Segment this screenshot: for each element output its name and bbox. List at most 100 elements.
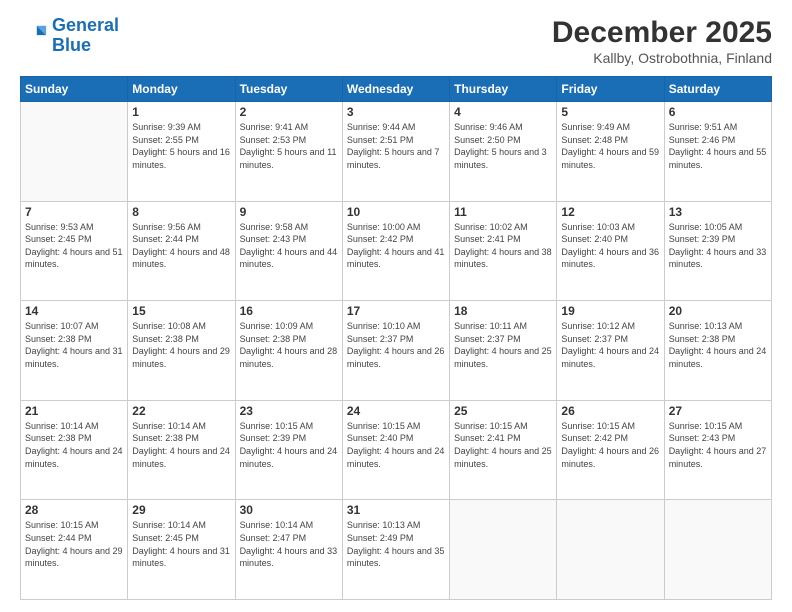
calendar-day-cell bbox=[21, 102, 128, 202]
day-number: 17 bbox=[347, 304, 445, 318]
calendar-day-cell: 20Sunrise: 10:13 AMSunset: 2:38 PMDaylig… bbox=[664, 301, 771, 401]
day-info: Sunrise: 10:03 AMSunset: 2:40 PMDaylight… bbox=[561, 221, 659, 271]
weekday-header: Wednesday bbox=[342, 77, 449, 102]
day-info: Sunrise: 9:53 AMSunset: 2:45 PMDaylight:… bbox=[25, 221, 123, 271]
day-number: 16 bbox=[240, 304, 338, 318]
day-info: Sunrise: 9:58 AMSunset: 2:43 PMDaylight:… bbox=[240, 221, 338, 271]
weekday-header: Friday bbox=[557, 77, 664, 102]
calendar-day-cell: 9 Sunrise: 9:58 AMSunset: 2:43 PMDaylight… bbox=[235, 201, 342, 301]
day-info: Sunrise: 9:56 AMSunset: 2:44 PMDaylight:… bbox=[132, 221, 230, 271]
day-info: Sunrise: 10:10 AMSunset: 2:37 PMDaylight… bbox=[347, 320, 445, 370]
calendar-day-cell: 31 Sunrise: 10:13 AMSunset: 2:49 PMDaylig… bbox=[342, 500, 449, 600]
day-number: 22 bbox=[132, 404, 230, 418]
calendar-day-cell: 25 Sunrise: 10:15 AMSunset: 2:41 PMDaylig… bbox=[450, 400, 557, 500]
day-number: 19 bbox=[561, 304, 659, 318]
calendar-week-row: 7Sunrise: 9:53 AMSunset: 2:45 PMDaylight… bbox=[21, 201, 772, 301]
calendar-body: 1 Sunrise: 9:39 AMSunset: 2:55 PMDaylight… bbox=[21, 102, 772, 600]
calendar-day-cell: 10Sunrise: 10:00 AMSunset: 2:42 PMDaylig… bbox=[342, 201, 449, 301]
day-number: 26 bbox=[561, 404, 659, 418]
day-info: Sunrise: 10:15 AMSunset: 2:43 PMDaylight… bbox=[669, 420, 767, 470]
day-info: Sunrise: 10:15 AMSunset: 2:44 PMDaylight… bbox=[25, 519, 123, 569]
calendar-day-cell: 29 Sunrise: 10:14 AMSunset: 2:45 PMDaylig… bbox=[128, 500, 235, 600]
calendar-week-row: 14 Sunrise: 10:07 AMSunset: 2:38 PMDaylig… bbox=[21, 301, 772, 401]
day-info: Sunrise: 10:14 AMSunset: 2:47 PMDaylight… bbox=[240, 519, 338, 569]
calendar-header: SundayMondayTuesdayWednesdayThursdayFrid… bbox=[21, 77, 772, 102]
calendar-day-cell: 12 Sunrise: 10:03 AMSunset: 2:40 PMDaylig… bbox=[557, 201, 664, 301]
day-number: 1 bbox=[132, 105, 230, 119]
day-info: Sunrise: 10:00 AMSunset: 2:42 PMDaylight… bbox=[347, 221, 445, 271]
day-number: 31 bbox=[347, 503, 445, 517]
day-info: Sunrise: 10:15 AMSunset: 2:42 PMDaylight… bbox=[561, 420, 659, 470]
day-info: Sunrise: 10:08 AMSunset: 2:38 PMDaylight… bbox=[132, 320, 230, 370]
day-number: 12 bbox=[561, 205, 659, 219]
weekday-header: Saturday bbox=[664, 77, 771, 102]
day-info: Sunrise: 10:13 AMSunset: 2:49 PMDaylight… bbox=[347, 519, 445, 569]
day-number: 21 bbox=[25, 404, 123, 418]
calendar-day-cell: 16 Sunrise: 10:09 AMSunset: 2:38 PMDaylig… bbox=[235, 301, 342, 401]
calendar-day-cell: 28 Sunrise: 10:15 AMSunset: 2:44 PMDaylig… bbox=[21, 500, 128, 600]
day-number: 8 bbox=[132, 205, 230, 219]
calendar-day-cell: 13 Sunrise: 10:05 AMSunset: 2:39 PMDaylig… bbox=[664, 201, 771, 301]
page: General Blue December 2025 Kallby, Ostro… bbox=[0, 0, 792, 612]
calendar-day-cell: 7Sunrise: 9:53 AMSunset: 2:45 PMDaylight… bbox=[21, 201, 128, 301]
day-info: Sunrise: 10:13 AMSunset: 2:38 PMDaylight… bbox=[669, 320, 767, 370]
day-number: 4 bbox=[454, 105, 552, 119]
logo-text: General Blue bbox=[52, 16, 119, 56]
day-number: 18 bbox=[454, 304, 552, 318]
calendar-week-row: 28 Sunrise: 10:15 AMSunset: 2:44 PMDaylig… bbox=[21, 500, 772, 600]
header: General Blue December 2025 Kallby, Ostro… bbox=[20, 16, 772, 66]
day-number: 2 bbox=[240, 105, 338, 119]
day-info: Sunrise: 10:14 AMSunset: 2:45 PMDaylight… bbox=[132, 519, 230, 569]
calendar-day-cell: 22 Sunrise: 10:14 AMSunset: 2:38 PMDaylig… bbox=[128, 400, 235, 500]
day-info: Sunrise: 10:14 AMSunset: 2:38 PMDaylight… bbox=[132, 420, 230, 470]
day-info: Sunrise: 10:05 AMSunset: 2:39 PMDaylight… bbox=[669, 221, 767, 271]
calendar-day-cell: 21Sunrise: 10:14 AMSunset: 2:38 PMDaylig… bbox=[21, 400, 128, 500]
calendar-day-cell: 18 Sunrise: 10:11 AMSunset: 2:37 PMDaylig… bbox=[450, 301, 557, 401]
calendar-day-cell: 4 Sunrise: 9:46 AMSunset: 2:50 PMDaylight… bbox=[450, 102, 557, 202]
calendar-table: SundayMondayTuesdayWednesdayThursdayFrid… bbox=[20, 76, 772, 600]
logo-icon bbox=[20, 22, 48, 50]
calendar-day-cell bbox=[557, 500, 664, 600]
main-title: December 2025 bbox=[552, 16, 772, 50]
day-info: Sunrise: 9:41 AMSunset: 2:53 PMDaylight:… bbox=[240, 121, 338, 171]
day-info: Sunrise: 10:11 AMSunset: 2:37 PMDaylight… bbox=[454, 320, 552, 370]
day-info: Sunrise: 10:02 AMSunset: 2:41 PMDaylight… bbox=[454, 221, 552, 271]
weekday-header: Sunday bbox=[21, 77, 128, 102]
calendar-day-cell: 24Sunrise: 10:15 AMSunset: 2:40 PMDaylig… bbox=[342, 400, 449, 500]
day-info: Sunrise: 10:07 AMSunset: 2:38 PMDaylight… bbox=[25, 320, 123, 370]
day-info: Sunrise: 10:09 AMSunset: 2:38 PMDaylight… bbox=[240, 320, 338, 370]
calendar-day-cell: 27 Sunrise: 10:15 AMSunset: 2:43 PMDaylig… bbox=[664, 400, 771, 500]
day-info: Sunrise: 9:39 AMSunset: 2:55 PMDaylight:… bbox=[132, 121, 230, 171]
day-info: Sunrise: 10:15 AMSunset: 2:39 PMDaylight… bbox=[240, 420, 338, 470]
weekday-header: Monday bbox=[128, 77, 235, 102]
day-number: 25 bbox=[454, 404, 552, 418]
day-number: 9 bbox=[240, 205, 338, 219]
day-number: 14 bbox=[25, 304, 123, 318]
day-number: 11 bbox=[454, 205, 552, 219]
calendar-day-cell: 5Sunrise: 9:49 AMSunset: 2:48 PMDaylight… bbox=[557, 102, 664, 202]
calendar-week-row: 21 Sunrise: 10:14 AMSunset: 2:38 PMDaylig… bbox=[21, 400, 772, 500]
day-number: 28 bbox=[25, 503, 123, 517]
calendar-day-cell bbox=[450, 500, 557, 600]
calendar-day-cell: 1 Sunrise: 9:39 AMSunset: 2:55 PMDaylight… bbox=[128, 102, 235, 202]
day-info: Sunrise: 10:15 AMSunset: 2:41 PMDaylight… bbox=[454, 420, 552, 470]
day-number: 27 bbox=[669, 404, 767, 418]
title-section: December 2025 Kallby, Ostrobothnia, Finl… bbox=[552, 16, 772, 66]
calendar-day-cell bbox=[664, 500, 771, 600]
day-number: 5 bbox=[561, 105, 659, 119]
day-number: 13 bbox=[669, 205, 767, 219]
calendar-day-cell: 17 Sunrise: 10:10 AMSunset: 2:37 PMDaylig… bbox=[342, 301, 449, 401]
weekday-header: Tuesday bbox=[235, 77, 342, 102]
calendar-day-cell: 3Sunrise: 9:44 AMSunset: 2:51 PMDaylight… bbox=[342, 102, 449, 202]
calendar-day-cell: 14 Sunrise: 10:07 AMSunset: 2:38 PMDaylig… bbox=[21, 301, 128, 401]
day-info: Sunrise: 9:46 AMSunset: 2:50 PMDaylight:… bbox=[454, 121, 552, 171]
logo: General Blue bbox=[20, 16, 119, 56]
weekday-header: Thursday bbox=[450, 77, 557, 102]
day-info: Sunrise: 10:12 AMSunset: 2:37 PMDaylight… bbox=[561, 320, 659, 370]
subtitle: Kallby, Ostrobothnia, Finland bbox=[552, 50, 772, 66]
calendar-day-cell: 6Sunrise: 9:51 AMSunset: 2:46 PMDaylight… bbox=[664, 102, 771, 202]
day-number: 29 bbox=[132, 503, 230, 517]
calendar-day-cell: 2 Sunrise: 9:41 AMSunset: 2:53 PMDaylight… bbox=[235, 102, 342, 202]
day-number: 15 bbox=[132, 304, 230, 318]
day-number: 23 bbox=[240, 404, 338, 418]
